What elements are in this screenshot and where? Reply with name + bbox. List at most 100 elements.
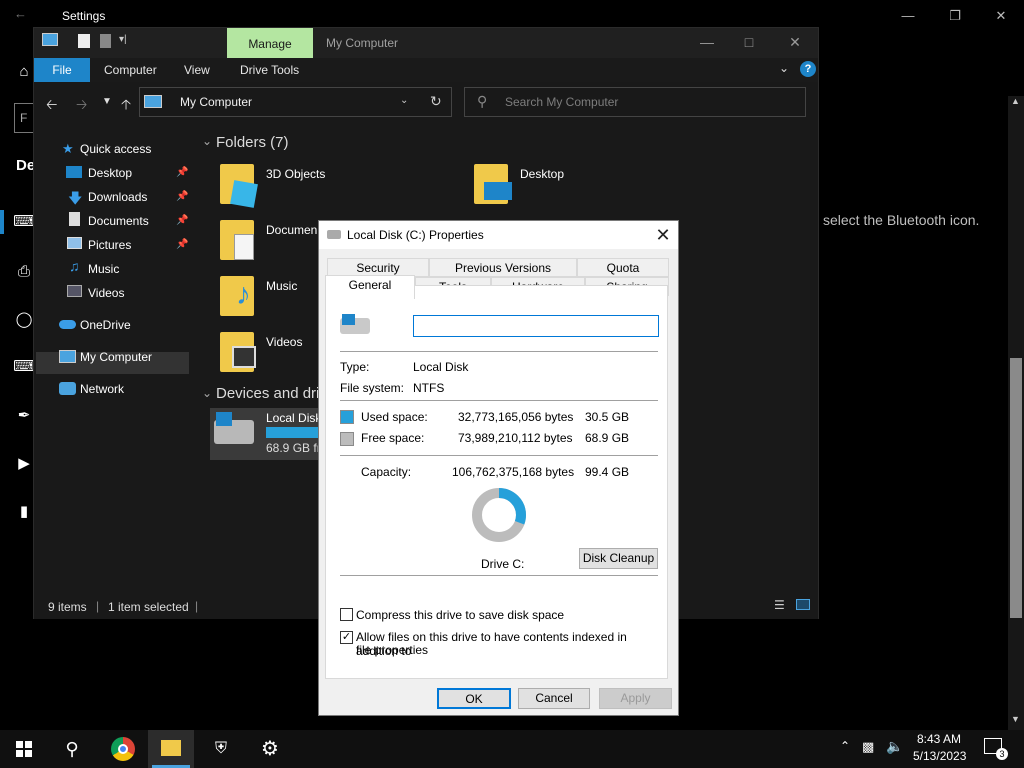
local-disk-tile[interactable]: Local Disk 68.9 GB fr — [210, 408, 322, 460]
nav-videos[interactable]: Videos — [88, 282, 124, 304]
drive-free-text: 68.9 GB fr — [266, 441, 321, 455]
nav-downloads[interactable]: Downloads — [88, 186, 147, 208]
compress-checkbox[interactable] — [340, 608, 353, 621]
navigation-bar: 🡠 🡢 ▼ 🡡 My Computer ⌄ ↻ ⚲ Search My Comp… — [34, 82, 818, 124]
3d-objects-icon — [230, 180, 258, 208]
properties-icon[interactable] — [78, 34, 90, 48]
folder-3d-objects[interactable]: 3D Objects — [266, 167, 325, 181]
explorer-minimize-icon[interactable]: — — [692, 34, 722, 50]
dialog-close-icon[interactable]: ✕ — [651, 224, 675, 246]
pin-icon[interactable]: 📌 — [176, 167, 188, 178]
disk-cleanup-button[interactable]: Disk Cleanup — [579, 548, 658, 569]
onedrive-icon — [59, 320, 76, 329]
my-computer-icon — [59, 350, 76, 363]
disk-usage-donut — [472, 488, 526, 542]
tab-file[interactable]: File — [34, 58, 90, 82]
dialog-titlebar: Local Disk (C:) Properties ✕ — [319, 221, 678, 249]
folder-music[interactable]: Music — [266, 279, 297, 293]
windows-logo-icon — [216, 412, 232, 426]
drive-name-input[interactable] — [413, 315, 659, 337]
back-arrow-icon[interactable]: ← — [14, 6, 27, 21]
nav-desktop[interactable]: Desktop — [88, 162, 132, 184]
tray-chevron-icon[interactable]: ⌃ — [840, 739, 850, 753]
scroll-up-icon[interactable]: ▲ — [1011, 96, 1020, 106]
pin-icon[interactable]: 📌 — [176, 191, 188, 202]
clock-date[interactable]: 5/13/2023 — [913, 749, 966, 763]
ok-button[interactable]: OK — [437, 688, 511, 709]
folders-group-header[interactable]: Folders (7) — [216, 134, 289, 151]
properties-dialog: Local Disk (C:) Properties ✕ Security Pr… — [318, 220, 679, 716]
qat-dropdown-icon[interactable]: ▾| — [119, 34, 127, 45]
tab-general[interactable]: General — [325, 275, 415, 299]
tab-computer[interactable]: Computer — [104, 63, 157, 77]
collapse-chevron-icon[interactable]: ⌄ — [202, 386, 212, 400]
settings-scrollbar[interactable]: ▲ ▼ — [1008, 96, 1024, 730]
folder-videos[interactable]: Videos — [266, 335, 302, 349]
large-icons-view-icon[interactable] — [796, 599, 810, 610]
collapse-chevron-icon[interactable]: ⌄ — [202, 134, 212, 148]
tab-previous-versions[interactable]: Previous Versions — [429, 258, 577, 277]
close-icon[interactable]: ✕ — [986, 8, 1016, 24]
pin-icon[interactable]: 📌 — [176, 215, 188, 226]
ribbon-expand-icon[interactable]: ⌄ — [779, 61, 789, 75]
nav-quick-access[interactable]: Quick access — [80, 138, 151, 160]
new-folder-icon[interactable] — [100, 34, 111, 48]
address-dropdown-icon[interactable]: ⌄ — [400, 95, 408, 106]
up-icon[interactable]: 🡡 — [121, 94, 131, 118]
maximize-icon[interactable]: ❐ — [940, 8, 970, 24]
details-view-icon[interactable]: ☰ — [774, 598, 785, 612]
tab-view[interactable]: View — [184, 63, 210, 77]
scrollbar-thumb[interactable] — [1010, 358, 1022, 618]
help-icon[interactable]: ? — [800, 61, 816, 77]
tab-quota[interactable]: Quota — [577, 258, 669, 277]
drive-usage-bar — [266, 427, 322, 438]
back-icon[interactable]: 🡠 — [46, 94, 57, 118]
nav-onedrive[interactable]: OneDrive — [80, 314, 131, 336]
tab-drive-tools[interactable]: Drive Tools — [240, 63, 299, 77]
nav-my-computer[interactable]: My Computer — [80, 346, 152, 368]
search-icon: ⚲ — [477, 93, 488, 109]
explorer-taskbar-button[interactable] — [148, 730, 194, 768]
nav-pictures[interactable]: Pictures — [88, 234, 131, 256]
pin-icon[interactable]: 📌 — [176, 239, 188, 250]
explorer-maximize-icon[interactable]: □ — [734, 34, 764, 50]
folder-documents[interactable]: Documen — [266, 223, 317, 237]
network-tray-icon[interactable]: ▩ — [862, 739, 874, 755]
separator — [340, 455, 658, 456]
search-icon[interactable]: ⚲ — [59, 736, 85, 762]
nav-documents[interactable]: Documents — [88, 210, 149, 232]
selected-indicator — [0, 210, 4, 234]
separator — [340, 400, 658, 401]
manage-tab[interactable]: Manage — [227, 28, 313, 58]
explorer-close-icon[interactable]: ✕ — [780, 34, 810, 51]
clock-time[interactable]: 8:43 AM — [917, 732, 961, 746]
address-bar[interactable]: My Computer ⌄ ↻ — [139, 87, 452, 117]
refresh-icon[interactable]: ↻ — [430, 93, 442, 110]
folder-desktop[interactable]: Desktop — [520, 167, 564, 181]
address-text: My Computer — [180, 95, 253, 109]
volume-icon[interactable]: 🔈 — [886, 738, 903, 755]
start-windows-icon[interactable] — [16, 741, 32, 757]
shield-icon[interactable]: ⛨ — [208, 736, 234, 762]
star-icon: ★ — [62, 141, 74, 156]
music-folder-icon: ♪ — [236, 278, 251, 311]
type-value: Local Disk — [413, 360, 469, 374]
nav-music[interactable]: Music — [88, 258, 119, 280]
gear-icon[interactable]: ⚙ — [257, 736, 283, 762]
settings-search-text: F — [20, 111, 28, 125]
drive-icon — [327, 230, 341, 239]
index-checkbox[interactable]: ✓ — [340, 631, 353, 644]
scroll-down-icon[interactable]: ▼ — [1011, 714, 1020, 724]
desktop-folder-icon — [484, 182, 512, 200]
forward-icon[interactable]: 🡢 — [76, 94, 87, 118]
nav-network[interactable]: Network — [80, 378, 124, 400]
devices-group-header[interactable]: Devices and dri — [216, 385, 319, 402]
minimize-icon[interactable]: — — [893, 8, 923, 23]
address-computer-icon — [144, 95, 162, 108]
notification-count: 3 — [996, 748, 1008, 760]
chrome-icon[interactable] — [111, 737, 135, 761]
search-box[interactable]: ⚲ Search My Computer — [464, 87, 806, 117]
cancel-button[interactable]: Cancel — [518, 688, 590, 709]
recent-dropdown-icon[interactable]: ▼ — [102, 96, 112, 107]
apply-button[interactable]: Apply — [599, 688, 672, 709]
